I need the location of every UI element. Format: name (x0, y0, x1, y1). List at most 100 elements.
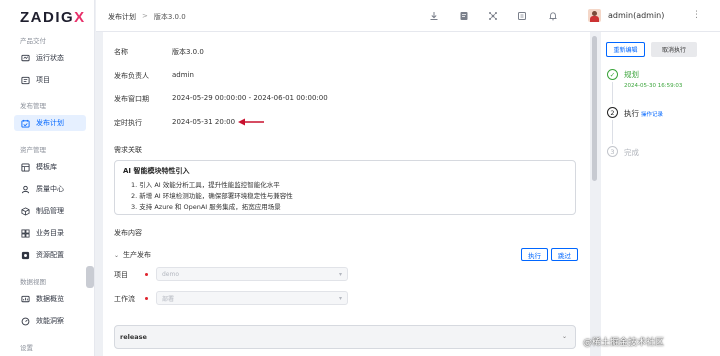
release-detail-panel: 名称 版本3.0.0 发布负责人 admin 发布窗口期 2024-05-29 … (103, 32, 590, 356)
workflow-label: 工作流 (114, 295, 135, 303)
breadcrumb-separator: > (142, 12, 148, 20)
folder-icon (21, 76, 30, 85)
schedule-value: 2024-05-31 20:00 (172, 118, 236, 126)
download-icon[interactable] (429, 11, 439, 21)
chevron-down-icon: ▾ (338, 295, 342, 302)
field-owner: 发布负责人 admin (114, 71, 194, 81)
field-name: 名称 版本3.0.0 (114, 47, 204, 57)
sidebar-item-template[interactable]: 模板库 (14, 159, 86, 175)
step-connector (612, 120, 613, 144)
watermark: @稀土掘金技术社区 (583, 338, 665, 348)
chevron-down-icon[interactable]: ⌄ (562, 333, 567, 340)
requirement-item: 1. 引入 AI 效能分析工具，提升性能监控智能化水平 (131, 181, 280, 189)
monitor-icon (21, 54, 30, 63)
step-execute-name: 执行 (624, 109, 639, 118)
template-icon (21, 162, 30, 172)
sidebar-item-efficiency[interactable]: 效能洞察 (14, 313, 86, 329)
sidebar-item-quality[interactable]: 质量中心 (14, 181, 86, 197)
chevron-down-icon[interactable]: ⌄ (114, 252, 119, 259)
name-label: 名称 (114, 48, 128, 56)
run-button[interactable]: 执行 (521, 248, 548, 261)
workflow-select[interactable]: 部署 ▾ (156, 291, 348, 305)
project-label: 项目 (114, 271, 128, 279)
required-marker (145, 297, 148, 300)
shield-user-icon (21, 185, 30, 194)
workflow-select-value: 部署 (162, 295, 175, 303)
requirements-section-title: 需求关联 (114, 146, 142, 154)
requirement-item: 2. 新增 AI 环境检测功能，确保部署环境稳定性与兼容性 (131, 192, 293, 200)
sidebar-item-label: 项目 (36, 76, 50, 84)
chart-icon (21, 295, 30, 304)
group-product: 产品交付 (20, 37, 46, 45)
re-edit-button[interactable]: 重新编辑 (606, 42, 645, 57)
sidebar-item-project[interactable]: 项目 (14, 72, 86, 88)
sidebar-item-status[interactable]: 运行状态 (14, 50, 86, 66)
group-assets: 资产管理 (20, 146, 46, 154)
group-settings: 设置 (20, 344, 33, 352)
requirement-item: 3. 支持 Azure 和 OpenAI 服务集成，拓宽应用场景 (131, 203, 281, 211)
name-value: 版本3.0.0 (172, 48, 204, 56)
more-vertical-icon[interactable]: ⋮ (692, 10, 701, 20)
annotation-arrow-icon (238, 118, 264, 126)
sidebar-item-label: 质量中心 (36, 185, 64, 193)
project-select-value: demo (162, 270, 180, 278)
requirements-box: AI 智能模块特性引入 1. 引入 AI 效能分析工具，提升性能监控智能化水平 … (114, 160, 576, 215)
top-header: 发布计划 > 版本3.0.0 admin(admin) ⋮ (96, 0, 720, 32)
group-data: 数据视图 (20, 278, 46, 286)
field-window: 发布窗口期 2024-05-29 00:00:00 - 2024-06-01 0… (114, 94, 328, 104)
project-select[interactable]: demo ▾ (156, 267, 348, 281)
step-plan-time: 2024-05-30 16:59:03 (624, 83, 683, 89)
calendar-icon[interactable] (517, 11, 527, 21)
skip-button[interactable]: 跳过 (551, 248, 578, 261)
sidebar-item-label: 模板库 (36, 163, 57, 171)
breadcrumb: 发布计划 > 版本3.0.0 (108, 12, 186, 22)
bell-icon[interactable] (548, 11, 558, 21)
main-scrollbar[interactable] (592, 36, 597, 181)
avatar[interactable] (588, 9, 601, 22)
release-item[interactable]: release ⌄ (114, 325, 576, 349)
breadcrumb-current: 版本3.0.0 (153, 13, 186, 21)
step-done-check-icon: ✓ (607, 69, 618, 80)
requirement-title: AI 智能模块特性引入 (123, 167, 190, 175)
sidebar-item-artifact[interactable]: 制品管理 (14, 203, 86, 219)
breadcrumb-root[interactable]: 发布计划 (108, 12, 136, 22)
cancel-execution-button[interactable]: 取消执行 (651, 42, 697, 57)
step-pending-circle: 3 (607, 146, 618, 157)
sidebar-item-overview[interactable]: 数据概览 (14, 291, 86, 307)
owner-value: admin (172, 71, 194, 79)
step-current-circle: 2 (607, 107, 618, 118)
sidebar-item-release-plan[interactable]: 发布计划 (14, 115, 86, 131)
sidebar-item-label: 业务目录 (36, 229, 64, 237)
sidebar-item-label: 数据概览 (36, 295, 64, 303)
username[interactable]: admin(admin) (608, 11, 664, 20)
sidebar-item-label: 效能洞察 (36, 317, 64, 325)
sidebar-item-label: 运行状态 (36, 54, 64, 62)
sidebar-item-service[interactable]: 业务目录 (14, 225, 86, 241)
window-value: 2024-05-29 00:00:00 - 2024-06-01 00:00:0… (172, 94, 328, 102)
step-complete-name: 完成 (624, 148, 639, 157)
sidebar-item-label: 资源配置 (36, 251, 64, 259)
resource-icon (21, 251, 30, 260)
stage-header[interactable]: ⌄ 生产发布 (114, 250, 151, 260)
step-plan-name: 规划 (624, 70, 639, 79)
chevron-down-icon: ▾ (338, 271, 342, 278)
sidebar-scrollbar[interactable] (86, 266, 94, 288)
field-schedule: 定时执行 2024-05-31 20:00 (114, 118, 235, 128)
sidebar-item-resource[interactable]: 资源配置 (14, 247, 86, 263)
step-connector (612, 82, 613, 104)
owner-label: 发布负责人 (114, 72, 149, 80)
document-icon[interactable] (459, 11, 469, 21)
progress-panel: 重新编辑 取消执行 ✓ 规划 2024-05-30 16:59:03 2 执行 … (601, 32, 720, 356)
insight-icon (21, 317, 30, 326)
sidebar-item-label: 发布计划 (36, 119, 64, 127)
zadig-logo[interactable]: ZADIGX (20, 9, 86, 26)
operation-log-link[interactable]: 操作记录 (641, 110, 663, 118)
calendar-check-icon (21, 119, 30, 128)
sidebar-item-label: 制品管理 (36, 207, 64, 215)
schedule-label: 定时执行 (114, 119, 142, 127)
content-section-title: 发布内容 (114, 229, 142, 237)
required-marker (145, 273, 148, 276)
network-icon[interactable] (488, 11, 498, 21)
window-label: 发布窗口期 (114, 95, 149, 103)
catalog-icon (21, 228, 30, 238)
